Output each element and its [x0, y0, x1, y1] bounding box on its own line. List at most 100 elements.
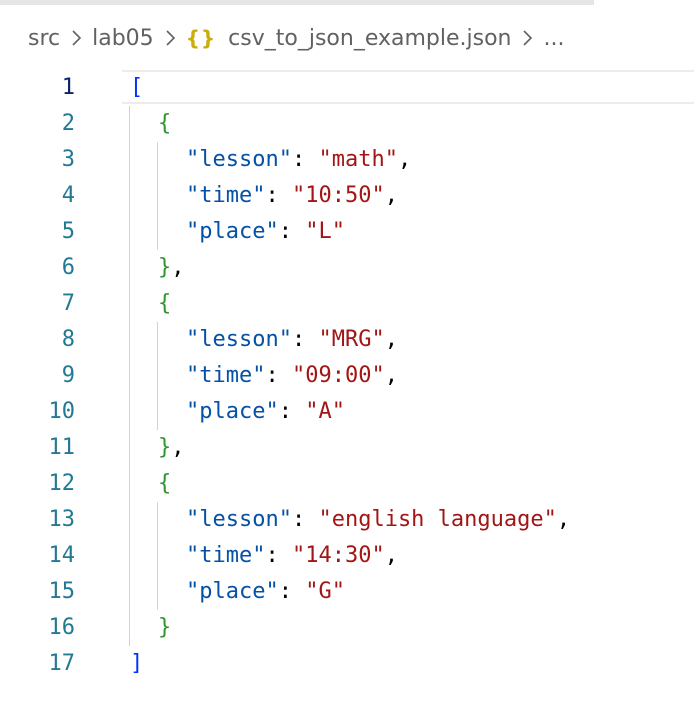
code-token-punc: : — [291, 146, 319, 172]
code-token-b2: { — [158, 470, 172, 496]
code-line[interactable]: 12 { — [0, 465, 694, 501]
line-number: 16 — [48, 614, 76, 640]
code-text: [ — [130, 75, 143, 100]
chevron-right-icon — [69, 28, 83, 48]
code-text: "lesson": "english language", — [186, 507, 570, 532]
code-token-punc: : — [291, 326, 319, 352]
code-editor[interactable]: 1[2{3 "lesson": "math", 4 "time": "10:50", 5… — [0, 70, 694, 690]
code-token-punc: , — [384, 362, 398, 388]
code-token-key: "lesson" — [186, 506, 292, 532]
code-token-punc: : — [278, 578, 306, 604]
chevron-right-icon — [163, 28, 177, 48]
code-text: "place": "A" — [186, 399, 345, 424]
code-line[interactable]: 16} — [0, 609, 694, 645]
code-text: { — [158, 111, 171, 136]
code-token-b2: } — [158, 254, 172, 280]
line-number: 5 — [61, 218, 75, 244]
code-line[interactable]: 7{ — [0, 285, 694, 321]
code-token-b2: { — [158, 110, 172, 136]
code-token-punc: : — [278, 218, 306, 244]
code-token-key: "lesson" — [186, 326, 292, 352]
code-token-punc: , — [384, 182, 398, 208]
code-line[interactable]: 5 "place": "L" — [0, 213, 694, 249]
line-number: 11 — [48, 434, 76, 460]
code-line[interactable]: 1[ — [0, 69, 694, 105]
editor-tab-bar-edge — [0, 0, 594, 5]
code-line[interactable]: 3 "lesson": "math", — [0, 141, 694, 177]
code-token-str: "09:00" — [291, 362, 385, 388]
code-token-str: "A" — [305, 398, 345, 424]
breadcrumb: src lab05 {} csv_to_json_example.json ..… — [28, 22, 564, 54]
line-number: 17 — [48, 650, 76, 676]
code-text: "time": "09:00", — [186, 363, 398, 388]
breadcrumb-folder-src[interactable]: src — [28, 26, 60, 51]
code-line[interactable]: 8 "lesson": "MRG", — [0, 321, 694, 357]
code-token-punc: : — [265, 362, 292, 388]
code-text: }, — [158, 255, 185, 280]
code-line[interactable]: 9 "time": "09:00", — [0, 357, 694, 393]
code-token-punc: , — [171, 254, 185, 280]
code-token-b1: ] — [130, 650, 144, 676]
code-token-b2: { — [158, 290, 172, 316]
code-token-key: "place" — [186, 218, 279, 244]
code-line[interactable]: 14 "time": "14:30", — [0, 537, 694, 573]
code-token-punc: , — [384, 326, 398, 352]
code-token-key: "time" — [186, 362, 266, 388]
line-number: 8 — [61, 326, 75, 352]
breadcrumb-folder-lab05[interactable]: lab05 — [92, 26, 154, 51]
code-token-punc: : — [291, 506, 319, 532]
code-token-key: "place" — [186, 398, 279, 424]
code-line[interactable]: 17] — [0, 645, 694, 681]
code-text: }, — [158, 435, 185, 460]
line-number: 9 — [61, 362, 75, 388]
line-number: 1 — [61, 74, 75, 100]
code-token-str: "MRG" — [318, 326, 385, 352]
code-token-punc: , — [397, 146, 412, 172]
code-text: "time": "14:30", — [186, 543, 398, 568]
code-text: } — [158, 615, 171, 640]
line-number: 12 — [48, 470, 76, 496]
chevron-right-icon — [520, 28, 534, 48]
line-number: 13 — [48, 506, 76, 532]
code-text: "place": "L" — [186, 219, 345, 244]
code-token-punc: : — [278, 398, 306, 424]
line-number: 3 — [61, 146, 75, 172]
code-token-punc: , — [556, 506, 571, 532]
code-line[interactable]: 15 "place": "G" — [0, 573, 694, 609]
code-token-key: "place" — [186, 578, 279, 604]
code-line[interactable]: 13 "lesson": "english language", — [0, 501, 694, 537]
code-text: ] — [130, 651, 143, 676]
code-token-str: "10:50" — [291, 182, 385, 208]
code-token-str: "math" — [318, 146, 398, 172]
code-line[interactable]: 6}, — [0, 249, 694, 285]
code-token-str: "L" — [305, 218, 345, 244]
code-line[interactable]: 10 "place": "A" — [0, 393, 694, 429]
line-number: 4 — [61, 182, 75, 208]
code-text: { — [158, 471, 171, 496]
line-number: 14 — [48, 542, 76, 568]
code-line[interactable]: 11}, — [0, 429, 694, 465]
code-token-punc: , — [171, 434, 185, 460]
code-text: "lesson": "MRG", — [186, 327, 398, 352]
code-line[interactable]: 4 "time": "10:50", — [0, 177, 694, 213]
code-text: "time": "10:50", — [186, 183, 398, 208]
line-number: 15 — [48, 578, 76, 604]
code-token-key: "time" — [186, 542, 266, 568]
code-token-b2: } — [158, 434, 172, 460]
code-line[interactable]: 2{ — [0, 105, 694, 141]
code-token-key: "lesson" — [186, 146, 292, 172]
code-token-str: "G" — [305, 578, 345, 604]
code-token-punc: : — [265, 542, 292, 568]
code-text: "place": "G" — [186, 579, 345, 604]
breadcrumb-file[interactable]: csv_to_json_example.json — [228, 26, 511, 51]
line-number: 2 — [61, 110, 75, 136]
code-token-key: "time" — [186, 182, 266, 208]
code-token-punc: , — [384, 542, 398, 568]
line-number: 6 — [61, 254, 75, 280]
code-token-punc: : — [265, 182, 292, 208]
code-text: { — [158, 291, 171, 316]
breadcrumb-symbols-more[interactable]: ... — [543, 26, 564, 51]
code-text: "lesson": "math", — [186, 147, 411, 172]
line-number: 10 — [48, 398, 76, 424]
code-token-b2: } — [158, 614, 172, 640]
